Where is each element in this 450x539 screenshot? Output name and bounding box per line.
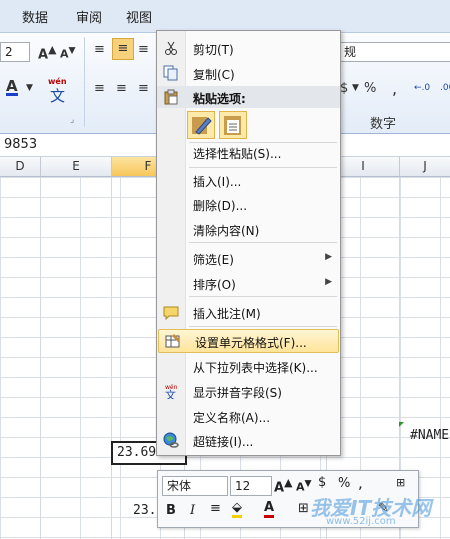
currency-icon[interactable]: $ <box>318 475 326 490</box>
menu-item-hyperlink[interactable]: 超链接(I)... <box>157 429 340 451</box>
align-right-icon[interactable]: ≡ <box>138 81 149 96</box>
number-format-box[interactable]: 规 <box>339 42 450 62</box>
align-middle-icon[interactable]: ≡ <box>112 38 134 60</box>
currency-icon[interactable]: $ <box>340 81 348 96</box>
menu-item-label: 复制(C) <box>193 68 235 82</box>
column-header-e[interactable]: E <box>41 157 112 176</box>
phonetic-icon: wén 文 <box>163 383 179 402</box>
menu-item-label: 剪切(T) <box>193 43 234 57</box>
font-color-button[interactable]: A <box>264 501 275 518</box>
menu-item-copy[interactable]: 复制(C) <box>157 62 340 84</box>
paste-icon <box>163 89 179 105</box>
menu-item-format-cells[interactable]: 设置单元格格式(F)... <box>158 329 339 353</box>
menu-item-pick-from-list[interactable]: 从下拉列表中选择(K)... <box>157 355 340 377</box>
menu-item-label: 从下拉列表中选择(K)... <box>193 361 318 375</box>
menu-section-paste-options: 粘贴选项: <box>157 86 340 108</box>
phonetic-char: 文 <box>50 87 66 105</box>
comment-icon <box>163 304 179 321</box>
menu-separator <box>189 242 337 243</box>
menu-item-label: 排序(O) <box>193 278 236 292</box>
menu-item-label: 清除内容(N) <box>193 224 260 238</box>
italic-button[interactable]: I <box>190 503 195 518</box>
font-size-box[interactable]: 12 <box>230 476 272 496</box>
column-header-j[interactable]: J <box>400 157 450 176</box>
menu-item-sort[interactable]: 排序(O) ▶ <box>157 272 340 294</box>
menu-item-define-name[interactable]: 定义名称(A)... <box>157 405 340 427</box>
menu-item-filter[interactable]: 筛选(E) ▶ <box>157 247 340 269</box>
paste-option-formatting-button[interactable] <box>187 111 215 139</box>
chevron-down-icon[interactable]: ▼ <box>352 83 359 93</box>
separator <box>84 37 85 127</box>
shrink-font-icon[interactable]: A▼ <box>60 45 76 61</box>
align-bottom-icon[interactable]: ≡ <box>138 42 149 57</box>
align-left-icon[interactable]: ≡ <box>94 81 105 96</box>
grow-font-icon[interactable]: A▲ <box>274 476 292 495</box>
cell-value: 23. <box>133 503 157 518</box>
copy-icon <box>163 65 179 81</box>
grow-font-icon[interactable]: A▲ <box>38 43 56 62</box>
submenu-arrow-icon: ▶ <box>325 252 332 262</box>
tab-data[interactable]: 数据 <box>22 7 48 26</box>
percent-button[interactable]: % <box>364 81 376 96</box>
menu-separator <box>189 296 337 297</box>
submenu-arrow-icon: ▶ <box>325 277 332 287</box>
menu-item-label: 设置单元格格式(F)... <box>195 336 307 350</box>
scissors-icon <box>163 40 179 56</box>
tab-review[interactable]: 审阅 <box>76 7 102 26</box>
increase-decimal-button[interactable]: ←.0 <box>414 83 430 93</box>
align-center-icon[interactable]: ≡ <box>116 81 127 96</box>
formula-value: 9853 <box>4 137 38 152</box>
error-indicator-icon <box>399 422 404 427</box>
ribbon-tab-bar: 数据 审阅 视图 <box>0 0 450 33</box>
menu-item-delete[interactable]: 删除(D)... <box>157 193 340 215</box>
menu-item-cut[interactable]: 剪切(T) <box>157 37 340 59</box>
context-menu: 剪切(T) 复制(C) 粘贴选项: 选择性粘贴(S)... 插入(I)... 删… <box>156 30 341 456</box>
format-cells-icon <box>165 333 181 349</box>
align-top-icon[interactable]: ≡ <box>94 42 105 57</box>
svg-text:文: 文 <box>165 388 176 399</box>
merge-center-icon[interactable]: ⊞ <box>396 476 405 489</box>
percent-button[interactable]: % <box>338 476 350 491</box>
menu-item-label: 定义名称(A)... <box>193 411 271 425</box>
group-number-label: 数字 <box>370 117 397 132</box>
decrease-decimal-button[interactable]: .00→.0 <box>440 83 450 93</box>
borders-icon[interactable]: ⊞ <box>298 501 309 516</box>
menu-item-insert[interactable]: 插入(I)... <box>157 169 340 191</box>
chevron-down-icon[interactable]: ▼ <box>26 83 33 93</box>
name-error-cell: #NAME <box>410 428 450 443</box>
menu-separator <box>189 326 337 327</box>
menu-item-label: 筛选(E) <box>193 253 234 267</box>
menu-item-label: 显示拼音字段(S) <box>193 386 282 400</box>
menu-separator <box>189 167 337 168</box>
menu-item-clear-contents[interactable]: 清除内容(N) <box>157 218 340 240</box>
font-name-box[interactable]: 宋体 <box>162 476 228 496</box>
bold-button[interactable]: B <box>166 503 176 518</box>
comma-button[interactable]: , <box>358 474 363 492</box>
menu-item-paste-special[interactable]: 选择性粘贴(S)... <box>157 141 340 163</box>
menu-item-label: 插入(I)... <box>193 175 242 189</box>
menu-item-insert-comment[interactable]: 插入批注(M) <box>157 301 340 323</box>
watermark-url: www.52ij.com <box>326 516 396 527</box>
hyperlink-icon <box>163 432 179 448</box>
fill-color-icon[interactable]: ⬙ <box>232 501 242 518</box>
font-color-icon[interactable]: A <box>6 79 18 96</box>
dialog-launcher-icon[interactable]: ⌟ <box>70 115 74 125</box>
gridline <box>40 177 41 539</box>
comma-button[interactable]: , <box>392 79 397 98</box>
menu-item-label: 选择性粘贴(S)... <box>193 147 282 161</box>
column-header-d[interactable]: D <box>0 157 41 176</box>
align-center-icon[interactable]: ≡ <box>210 501 221 516</box>
paste-option-values-button[interactable] <box>219 111 247 139</box>
menu-item-label: 粘贴选项: <box>193 92 246 106</box>
menu-item-label: 插入批注(M) <box>193 307 261 321</box>
gridline <box>111 177 112 539</box>
menu-item-label: 删除(D)... <box>193 199 248 213</box>
font-size-box[interactable]: 2 <box>0 42 30 62</box>
tab-view[interactable]: 视图 <box>126 7 152 26</box>
menu-item-label: 超链接(I)... <box>193 435 254 449</box>
menu-item-show-phonetic[interactable]: wén 文 显示拼音字段(S) <box>157 380 340 402</box>
